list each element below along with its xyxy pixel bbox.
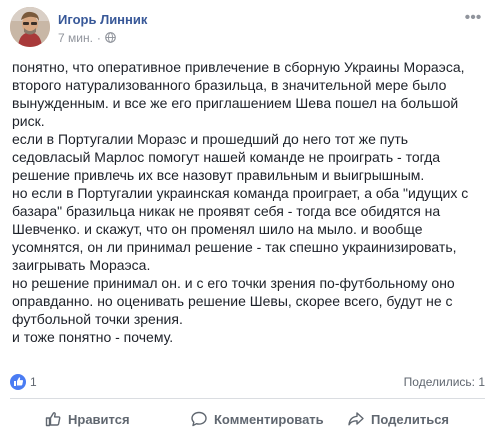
globe-icon[interactable] [105,32,116,43]
reaction-count: 1 [30,375,37,389]
like-button-label: Нравится [68,411,130,427]
avatar-photo [10,7,50,47]
post-paragraph: и тоже понятно - почему. [12,329,174,345]
action-bar: Нравится Комментировать Поделиться [10,404,485,434]
post-paragraph: понятно, что оперативное привлечение в с… [12,59,465,129]
like-icon [10,374,26,390]
share-icon [348,412,364,426]
divider [10,398,485,399]
thumbs-up-icon [45,412,61,427]
reactions-summary[interactable]: 1 [10,374,37,392]
author-name[interactable]: Игорь Линник [58,12,147,27]
shares-count[interactable]: Поделились: 1 [404,375,485,389]
post-meta: 7 мин. · [58,31,116,45]
meta-separator: · [96,31,101,45]
comment-icon [191,411,207,427]
comment-button-label: Комментировать [214,411,324,427]
post-paragraph: но если в Португалии украинская команда … [12,185,469,273]
like-button[interactable]: Нравится [44,404,130,434]
share-button-label: Поделиться [371,411,450,427]
avatar[interactable] [10,7,50,47]
post-paragraph: если в Португалии Мораэс и прошедший до … [12,131,441,183]
comment-button[interactable]: Комментировать [190,404,324,434]
post-time[interactable]: 7 мин. [58,31,93,45]
share-button[interactable]: Поделиться [347,404,449,434]
post-paragraph: но решение принимал он. и с его точки зр… [12,275,455,327]
more-options-icon[interactable]: ••• [463,10,483,27]
post-body: понятно, что оперативное привлечение в с… [12,58,488,346]
post-header: Игорь Линник 7 мин. · ••• [10,7,485,49]
